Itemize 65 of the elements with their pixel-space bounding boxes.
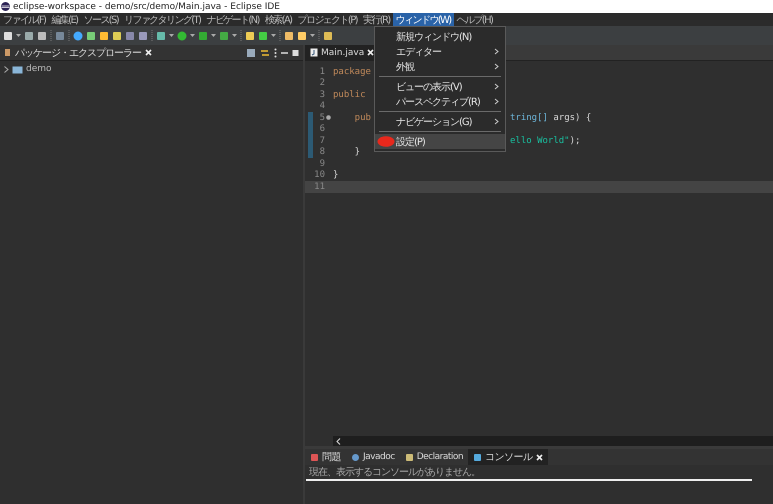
line-number: 2 — [318, 78, 325, 88]
close-icon — [367, 49, 374, 56]
view-tab[interactable]: Javadoc — [346, 449, 400, 465]
menu-item[interactable]: 外観 — [375, 59, 505, 74]
caret-icon — [190, 34, 195, 38]
toolbar-separator-icon — [318, 30, 320, 42]
code-text: public — [333, 90, 366, 100]
line-number: 11 — [313, 182, 325, 192]
caret-icon — [169, 34, 174, 38]
line-number: 8 — [318, 147, 325, 158]
caret-icon — [271, 34, 276, 38]
expand-toggle-icon[interactable] — [4, 66, 9, 72]
code-text: package — [333, 66, 371, 77]
line-number: 5 — [318, 112, 325, 123]
close-icon — [145, 49, 152, 56]
menu-item[interactable]: ナビゲーション(G) — [375, 114, 505, 129]
toolbar-separator-icon — [279, 30, 281, 42]
window-title: eclipse-workspace - demo/src/demo/Main.java - Eclipse IDE — [13, 2, 280, 12]
view-tab[interactable]: 問題 — [305, 449, 346, 465]
menu-item[interactable]: パースペクティブ(R) — [375, 94, 505, 109]
line-number: 3 — [318, 90, 325, 100]
menu-item[interactable]: ウィンドウ(W) — [392, 13, 454, 26]
line-number: 9 — [318, 158, 325, 169]
horizontal-scrollbar[interactable] — [333, 436, 773, 446]
code-text: ello World"); — [510, 136, 580, 146]
menu-item[interactable]: ヘルプ(H) — [454, 13, 496, 26]
toolbar-separator-icon — [151, 30, 153, 42]
java-file-icon — [310, 48, 318, 57]
caret-icon — [232, 34, 237, 38]
menu-item[interactable]: 編集(E) — [48, 13, 80, 26]
menu-item[interactable]: ソース(S) — [80, 13, 122, 26]
line-number: 7 — [318, 136, 325, 146]
scroll-left-icon — [336, 438, 341, 444]
toolbar-separator-icon — [240, 30, 242, 42]
panel-title[interactable]: パッケージ・エクスプローラー — [15, 46, 141, 60]
toolbar-separator-icon — [68, 30, 70, 42]
caret-icon — [310, 34, 315, 38]
menu-item[interactable]: 実行(R) — [360, 13, 393, 26]
close-icon — [536, 454, 543, 460]
line-number: 10 — [313, 170, 325, 180]
code-text: } — [354, 147, 360, 158]
caret-icon — [16, 34, 21, 38]
toolbar-separator-icon — [50, 30, 52, 42]
menu-item[interactable]: ファイル(F) — [0, 13, 48, 26]
view-tab[interactable]: コンソール — [468, 449, 548, 465]
menu-item[interactable]: ナビゲート(N) — [203, 13, 262, 26]
code-text: pub — [354, 112, 371, 123]
caret-icon — [211, 34, 216, 38]
console-message: 現在、表示するコンソールがありません。 — [306, 465, 752, 481]
maximize-icon — [292, 48, 299, 58]
more-icon — [274, 48, 277, 58]
menu-item[interactable]: 新規ウィンドウ(N) — [375, 29, 505, 44]
tree-item[interactable]: demo — [26, 64, 52, 74]
menu-item[interactable]: プロジェクト(P) — [294, 13, 360, 26]
menu-item[interactable]: 設定(P) — [375, 134, 505, 149]
code-text: tring[] args) { — [510, 112, 592, 123]
view-tab[interactable]: Declaration — [400, 449, 468, 465]
line-number: 6 — [318, 124, 325, 134]
line-number: 4 — [318, 101, 325, 112]
menu-item[interactable]: 検索(A) — [262, 13, 294, 26]
code-text: } — [333, 170, 338, 180]
menu-item[interactable]: リファクタリング(T) — [121, 13, 204, 26]
project-folder-icon — [12, 64, 23, 74]
line-number: 1 — [318, 66, 325, 77]
menu-item[interactable]: ビューの表示(V) — [375, 79, 505, 94]
